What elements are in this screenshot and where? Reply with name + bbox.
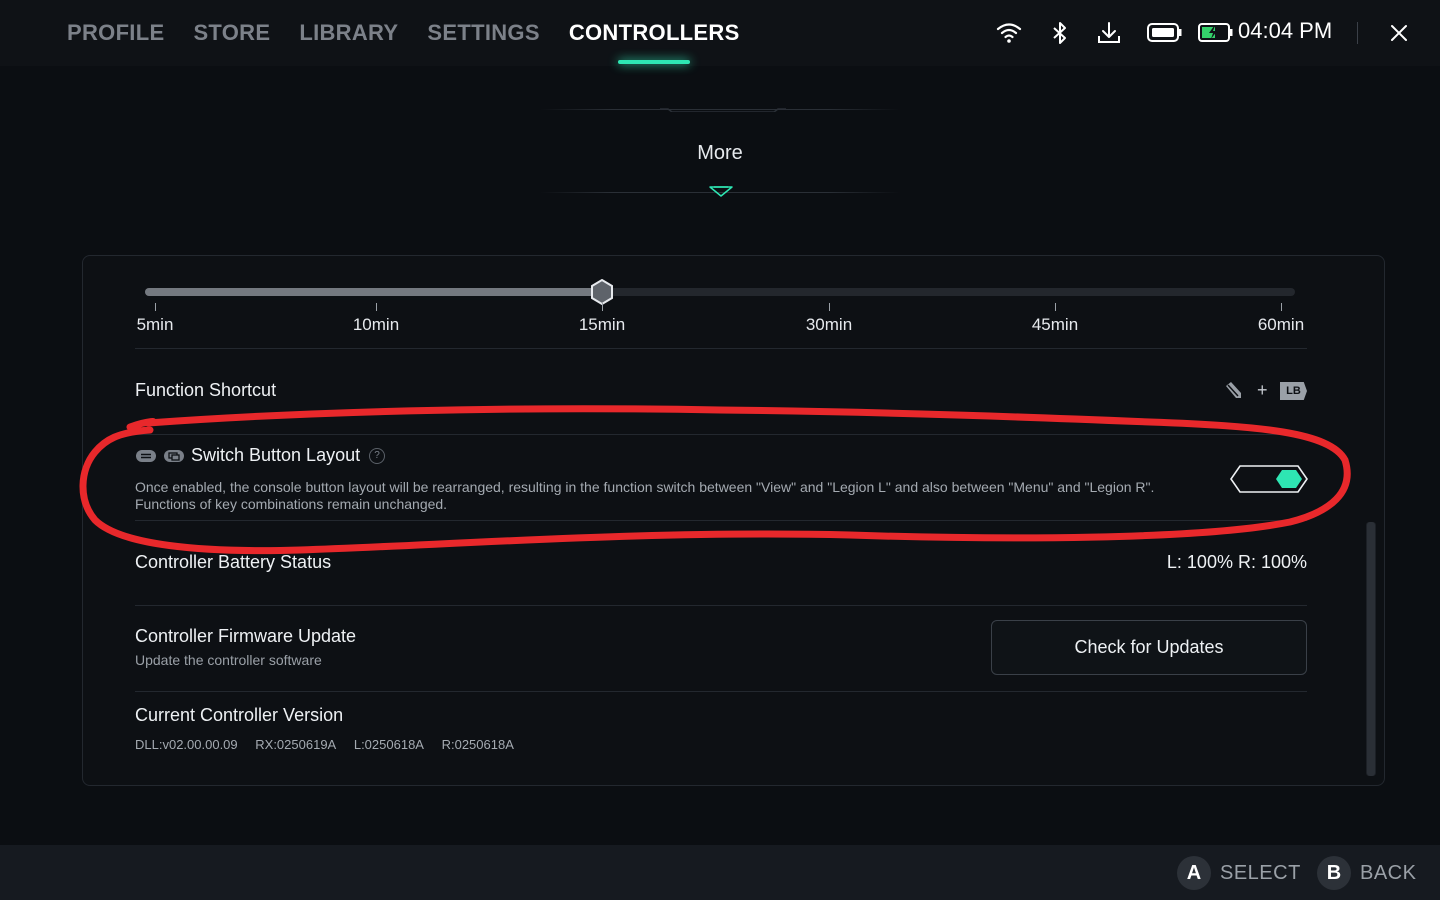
row-divider [135,691,1307,692]
controller-battery-icon [1146,20,1182,46]
version-rx: RX:0250619A [255,737,337,752]
battery-status-value: L: 100% R: 100% [1166,552,1307,572]
active-tab-indicator [618,60,691,64]
check-for-updates-button[interactable]: Check for Updates [991,620,1307,675]
more-button[interactable]: More [0,142,1440,165]
a-button-icon: A [1177,856,1211,890]
slider-tick [376,303,377,311]
tab-store[interactable]: STORE [193,0,270,66]
slider-option-45min[interactable]: 45min [1032,315,1078,335]
status-divider [1357,22,1358,44]
version-l: L:0250618A [353,737,424,752]
battery-status-title: Controller Battery Status [135,552,332,572]
tab-library[interactable]: LIBRARY [299,0,398,66]
slider-option-5min[interactable]: 5min [137,315,174,335]
device-battery-icon [1197,20,1233,46]
chevron-down-icon[interactable] [708,185,734,197]
download-icon[interactable] [1095,20,1123,46]
row-divider [135,434,1307,435]
shortcut-plus: + [1257,380,1268,400]
wifi-icon[interactable] [995,20,1023,46]
switch-button-layout-title: Switch Button Layout [191,445,361,465]
controller-version-values: DLL:v02.00.00.09 RX:0250619A L:0250618A … [135,737,528,752]
switch-button-layout-toggle[interactable] [1230,465,1308,493]
slider-option-15min[interactable]: 15min [579,315,625,335]
lb-button-icon: LB [1280,382,1307,400]
slider-tick [1055,303,1056,311]
view-button-icon [136,450,156,462]
slider-option-60min[interactable]: 60min [1258,315,1304,335]
row-divider [135,605,1307,606]
bluetooth-icon[interactable] [1046,20,1074,46]
version-r: R:0250618A [441,737,514,752]
legion-key-icon [1226,382,1241,398]
row-divider [135,348,1307,349]
slider-tick [829,303,830,311]
row-divider [135,520,1307,521]
controller-version-title: Current Controller Version [135,705,344,725]
back-label: BACK [1360,861,1417,884]
slider-tick [155,303,156,311]
slider-thumb[interactable] [590,279,614,305]
b-button-icon: B [1317,856,1351,890]
main-nav: PROFILE STORE LIBRARY SETTINGS CONTROLLE… [67,0,769,66]
version-dll: DLL:v02.00.00.09 [135,737,238,752]
firmware-update-title: Controller Firmware Update [135,626,357,646]
select-hint[interactable]: A SELECT [1177,856,1301,890]
tab-profile[interactable]: PROFILE [67,0,164,66]
menu-button-icon [164,450,184,462]
help-icon[interactable]: ? [369,448,385,464]
slider-tick [602,303,603,311]
scrollbar-thumb[interactable] [1367,522,1375,776]
tab-settings[interactable]: SETTINGS [427,0,539,66]
slider-option-30min[interactable]: 30min [806,315,852,335]
clock: 04:04 PM [1238,18,1333,43]
slider-option-10min[interactable]: 10min [353,315,399,335]
select-label: SELECT [1220,861,1301,884]
switch-button-layout-description: Once enabled, the console button layout … [135,479,1155,512]
slider-tick [1281,303,1282,311]
top-bar: PROFILE STORE LIBRARY SETTINGS CONTROLLE… [0,0,1440,66]
more-notch-decoration [660,108,786,112]
close-icon[interactable] [1386,20,1412,46]
firmware-update-subtitle: Update the controller software [135,652,322,668]
back-hint[interactable]: B BACK [1317,856,1417,890]
tab-controllers[interactable]: CONTROLLERS [569,0,740,66]
more-section: More [0,66,1440,236]
sleep-timer-slider[interactable] [145,288,1295,296]
function-shortcut-title: Function Shortcut [135,380,277,400]
slider-fill [145,288,602,296]
